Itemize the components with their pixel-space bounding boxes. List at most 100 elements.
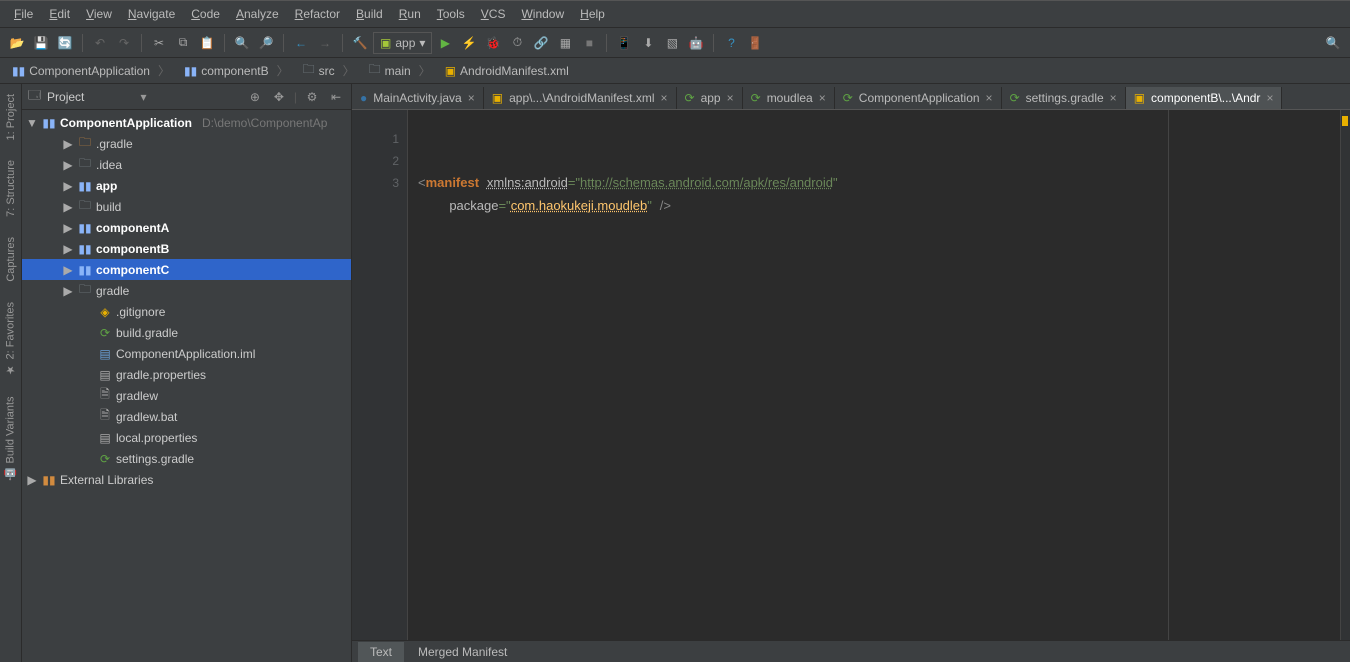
- tool-window-button[interactable]: 7: Structure: [5, 150, 17, 227]
- menu-build[interactable]: Build: [348, 3, 391, 25]
- tree-node[interactable]: ▶▮▮app: [22, 175, 351, 196]
- close-tab-icon[interactable]: ×: [819, 91, 826, 105]
- editor-sub-tab[interactable]: Text: [358, 642, 404, 662]
- tree-node[interactable]: ▶▮▮componentA: [22, 217, 351, 238]
- breadcrumb-item[interactable]: 🗀 main: [363, 58, 439, 83]
- debug-icon[interactable]: 🐞: [482, 32, 504, 54]
- tree-node[interactable]: 🗎gradlew: [22, 385, 351, 406]
- close-tab-icon[interactable]: ×: [1110, 91, 1117, 105]
- settings-icon[interactable]: ⚙: [303, 90, 321, 104]
- sync-icon[interactable]: 🔄: [54, 32, 76, 54]
- editor-tab[interactable]: ▣componentB\...\Andr×: [1126, 87, 1283, 109]
- gutter: 123: [352, 110, 407, 640]
- menu-file[interactable]: File: [6, 3, 41, 25]
- breadcrumb-item[interactable]: ▣ AndroidManifest.xml: [439, 62, 585, 80]
- close-tab-icon[interactable]: ×: [1266, 91, 1273, 105]
- editor-tab[interactable]: ⟳app×: [677, 87, 743, 109]
- editor-area: ●MainActivity.java×▣app\...\AndroidManif…: [352, 84, 1350, 662]
- tree-node[interactable]: ▤gradle.properties: [22, 364, 351, 385]
- editor-tab[interactable]: ⟳moudlea×: [743, 87, 835, 109]
- back-icon[interactable]: ←: [290, 32, 312, 54]
- menu-vcs[interactable]: VCS: [473, 3, 514, 25]
- make-icon[interactable]: 🔨: [349, 32, 371, 54]
- menu-run[interactable]: Run: [391, 3, 429, 25]
- tree-external-libs[interactable]: ▶▮▮External Libraries: [22, 469, 351, 490]
- exit-icon[interactable]: 🚪: [744, 32, 766, 54]
- breadcrumb-item[interactable]: ▮▮ componentB: [178, 60, 297, 81]
- tree-node[interactable]: ▶🗀.idea: [22, 154, 351, 175]
- save-icon[interactable]: 💾: [30, 32, 52, 54]
- tree-node[interactable]: ▶▮▮componentB: [22, 238, 351, 259]
- tree-root[interactable]: ▼▮▮ComponentApplicationD:\demo\Component…: [22, 112, 351, 133]
- help-icon[interactable]: ?: [720, 32, 742, 54]
- editor-tab[interactable]: ⟳settings.gradle×: [1002, 87, 1126, 109]
- menu-view[interactable]: View: [78, 3, 120, 25]
- editor-tab[interactable]: ●MainActivity.java×: [352, 87, 484, 109]
- open-icon[interactable]: 📂: [6, 32, 28, 54]
- replace-icon[interactable]: 🔎: [255, 32, 277, 54]
- chevron-down-icon[interactable]: ▾: [140, 90, 146, 104]
- coverage-icon[interactable]: ▦: [554, 32, 576, 54]
- editor-tab[interactable]: ⟳ComponentApplication×: [835, 87, 1002, 109]
- editor-sub-tab[interactable]: Merged Manifest: [406, 642, 519, 662]
- tree-node[interactable]: ▶🗀gradle: [22, 280, 351, 301]
- device-monitor-icon[interactable]: 🤖: [685, 32, 707, 54]
- tree-node[interactable]: ▶🗀.gradle: [22, 133, 351, 154]
- editor-tab[interactable]: ▣app\...\AndroidManifest.xml×: [484, 87, 677, 109]
- layout-inspector-icon[interactable]: ▧: [661, 32, 683, 54]
- right-margin: [1168, 110, 1169, 640]
- tree-node[interactable]: ⟳build.gradle: [22, 322, 351, 343]
- profile-icon[interactable]: ⏱: [506, 32, 528, 54]
- code-editor[interactable]: <manifest xmlns:android="http://schemas.…: [407, 110, 1340, 640]
- sdk-manager-icon[interactable]: ⬇: [637, 32, 659, 54]
- breadcrumb: ▮▮ ComponentApplication▮▮ componentB🗀 sr…: [0, 58, 1350, 84]
- tool-window-button[interactable]: Captures: [5, 227, 17, 292]
- menu-help[interactable]: Help: [572, 3, 613, 25]
- menu-navigate[interactable]: Navigate: [120, 3, 183, 25]
- tree-node[interactable]: ◈.gitignore: [22, 301, 351, 322]
- attach-debugger-icon[interactable]: 🔗: [530, 32, 552, 54]
- project-tree[interactable]: ▼▮▮ComponentApplicationD:\demo\Component…: [22, 110, 351, 662]
- menu-analyze[interactable]: Analyze: [228, 3, 287, 25]
- copy-icon[interactable]: ⧉: [172, 32, 194, 54]
- find-icon[interactable]: 🔍: [231, 32, 253, 54]
- breadcrumb-item[interactable]: 🗀 src: [297, 58, 363, 83]
- tree-node[interactable]: ▶▮▮componentC: [22, 259, 351, 280]
- cut-icon[interactable]: ✂: [148, 32, 170, 54]
- forward-icon[interactable]: →: [314, 32, 336, 54]
- locate-icon[interactable]: ✥: [270, 90, 288, 104]
- tool-window-button[interactable]: 🤖Build Variants: [4, 386, 17, 491]
- redo-icon[interactable]: ↷: [113, 32, 135, 54]
- tree-node[interactable]: 🗎gradlew.bat: [22, 406, 351, 427]
- run-config-selector[interactable]: ▣ app ▾: [373, 32, 432, 54]
- undo-icon[interactable]: ↶: [89, 32, 111, 54]
- hide-icon[interactable]: ⇤: [327, 90, 345, 104]
- close-tab-icon[interactable]: ×: [727, 91, 734, 105]
- warning-mark[interactable]: [1342, 116, 1348, 126]
- tool-window-button[interactable]: ★2: Favorites: [4, 292, 17, 386]
- close-tab-icon[interactable]: ×: [986, 91, 993, 105]
- module-icon: ▣: [380, 36, 391, 50]
- menu-window[interactable]: Window: [513, 3, 572, 25]
- search-everywhere-icon[interactable]: 🔍: [1322, 32, 1344, 54]
- tree-node[interactable]: ▤ComponentApplication.iml: [22, 343, 351, 364]
- tool-window-button[interactable]: 1: Project: [5, 84, 17, 150]
- paste-icon[interactable]: 📋: [196, 32, 218, 54]
- xml-attr: xmlns:android: [487, 175, 568, 190]
- close-tab-icon[interactable]: ×: [661, 91, 668, 105]
- menu-edit[interactable]: Edit: [41, 3, 78, 25]
- menu-tools[interactable]: Tools: [429, 3, 473, 25]
- menu-code[interactable]: Code: [183, 3, 228, 25]
- run-icon[interactable]: ▶: [434, 32, 456, 54]
- tree-node[interactable]: ⟳settings.gradle: [22, 448, 351, 469]
- collapse-icon[interactable]: ⊕: [246, 90, 264, 104]
- apply-changes-icon[interactable]: ⚡: [458, 32, 480, 54]
- close-tab-icon[interactable]: ×: [468, 91, 475, 105]
- stop-icon[interactable]: ■: [578, 32, 600, 54]
- tree-node[interactable]: ▶🗀build: [22, 196, 351, 217]
- breadcrumb-item[interactable]: ▮▮ ComponentApplication: [6, 60, 178, 81]
- avd-manager-icon[interactable]: 📱: [613, 32, 635, 54]
- tree-node[interactable]: ▤local.properties: [22, 427, 351, 448]
- error-stripe: [1340, 110, 1350, 640]
- menu-refactor[interactable]: Refactor: [287, 3, 348, 25]
